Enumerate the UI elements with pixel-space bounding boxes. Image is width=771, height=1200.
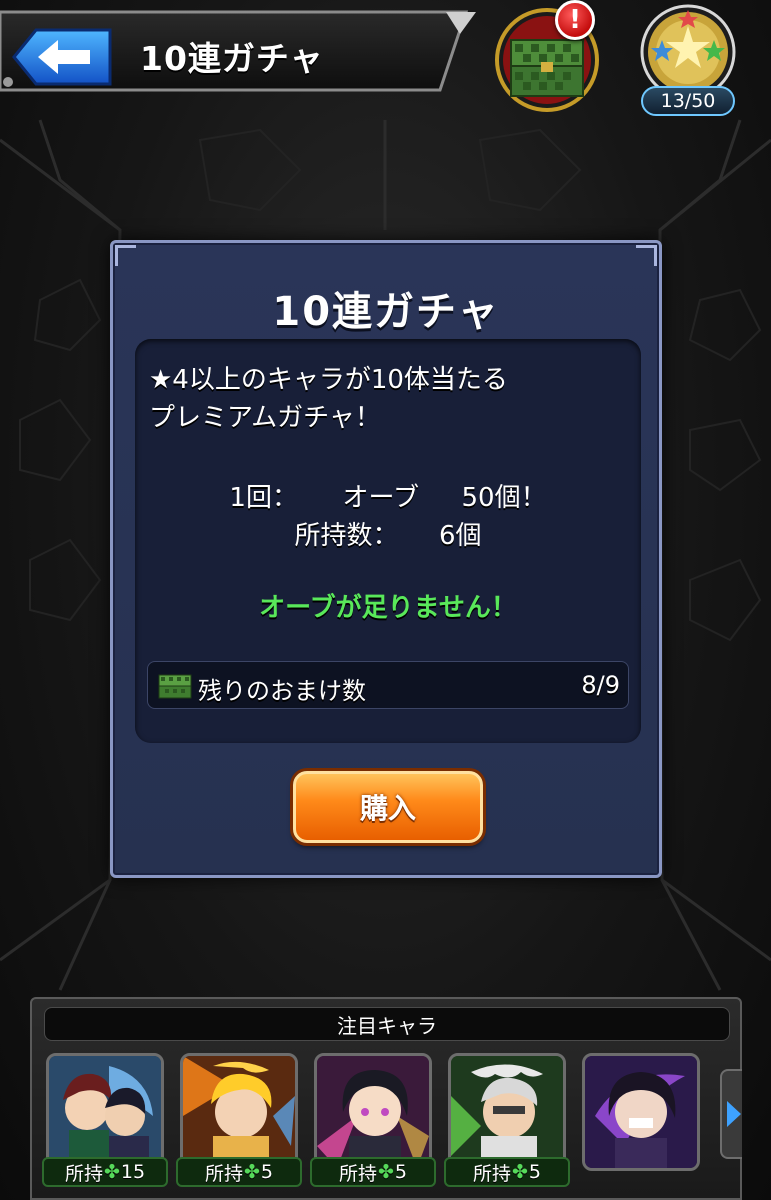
- dialog-title: 10連ガチャ: [272, 289, 500, 335]
- character-3-portrait-icon: [317, 1056, 429, 1168]
- character-4-portrait-icon: [451, 1056, 563, 1168]
- featured-characters-panel: 注目キャラ 所持 ✤ 15 所持 ✤ 5 所持 ✤ 5 所持 ✤ 5: [30, 997, 742, 1200]
- owned-amount: 6個: [439, 521, 482, 551]
- page-title: 10連ガチャ: [140, 39, 324, 78]
- character-portrait-1: [46, 1053, 164, 1171]
- description-line-2: プレミアムガチャ！: [149, 403, 381, 433]
- clover-icon: ✤: [103, 1161, 120, 1183]
- character-portrait-2: [180, 1053, 298, 1171]
- character-card-5[interactable]: [582, 1053, 700, 1200]
- bonus-box-icon: [158, 674, 192, 699]
- owned-count: 5: [260, 1161, 274, 1183]
- scroll-right-arrow-icon[interactable]: [720, 1069, 742, 1159]
- character-owned-2: 所持 ✤ 5: [176, 1157, 302, 1187]
- character-2-portrait-icon: [183, 1056, 295, 1168]
- owned-prefix: 所持: [204, 1162, 243, 1185]
- owned-prefix: 所持: [338, 1162, 377, 1185]
- character-portrait-4: [448, 1053, 566, 1171]
- character-5-portrait-icon: [585, 1056, 697, 1168]
- owned-line: 所持数： 6個: [135, 515, 641, 552]
- cost-currency: オーブ: [342, 483, 419, 513]
- owned-count: 15: [120, 1161, 146, 1183]
- character-card-3[interactable]: 所持 ✤ 5: [310, 1053, 436, 1200]
- character-card-1[interactable]: 所持 ✤ 15: [42, 1053, 168, 1200]
- back-button[interactable]: [10, 26, 114, 88]
- header-bar: 10連ガチャ: [0, 6, 478, 94]
- character-owned-3: 所持 ✤ 5: [310, 1157, 436, 1187]
- alert-badge: !: [555, 0, 595, 40]
- insufficient-orbs-warning: オーブが足りません！: [259, 593, 517, 623]
- description-line-1: ★4以上のキャラが10体当たる: [149, 365, 508, 395]
- clover-icon: ✤: [512, 1161, 528, 1183]
- buy-button[interactable]: 購入: [293, 771, 483, 843]
- clover-icon: ✤: [244, 1161, 260, 1183]
- bonus-label: 残りのおまけ数: [198, 677, 366, 705]
- character-portrait-3: [314, 1053, 432, 1171]
- bonus-remaining-row: 残りのおまけ数 8/9: [147, 661, 629, 709]
- owned-count: 5: [394, 1161, 408, 1183]
- character-1-portrait-icon: [49, 1056, 161, 1168]
- back-arrow-icon: [12, 28, 112, 86]
- character-owned-1: 所持 ✤ 15: [42, 1157, 168, 1187]
- owned-prefix: 所持: [64, 1162, 103, 1185]
- gacha-description: ★4以上のキャラが10体当たる プレミアムガチャ！: [149, 361, 629, 437]
- cost-label: 1回：: [229, 483, 298, 513]
- owned-prefix: 所持: [472, 1162, 511, 1185]
- character-card-2[interactable]: 所持 ✤ 5: [176, 1053, 302, 1200]
- cost-line: 1回： オーブ 50個！: [135, 477, 641, 514]
- gacha-info-panel: ★4以上のキャラが10体当たる プレミアムガチャ！ 1回： オーブ 50個！ 所…: [135, 339, 641, 743]
- featured-title: 注目キャラ: [44, 1007, 730, 1041]
- owned-count: 5: [528, 1161, 542, 1183]
- cost-amount: 50個！: [461, 483, 547, 513]
- clover-icon: ✤: [378, 1161, 394, 1183]
- character-owned-4: 所持 ✤ 5: [444, 1157, 570, 1187]
- character-card-4[interactable]: 所持 ✤ 5: [444, 1053, 570, 1200]
- bonus-value: 8/9: [581, 671, 620, 699]
- owned-label: 所持数：: [294, 521, 399, 551]
- character-portrait-5: [582, 1053, 700, 1171]
- gacha-dialog: 10連ガチャ ★4以上のキャラが10体当たる プレミアムガチャ！ 1回： オーブ…: [110, 240, 662, 878]
- stamina-count-label: 13/50: [641, 86, 735, 116]
